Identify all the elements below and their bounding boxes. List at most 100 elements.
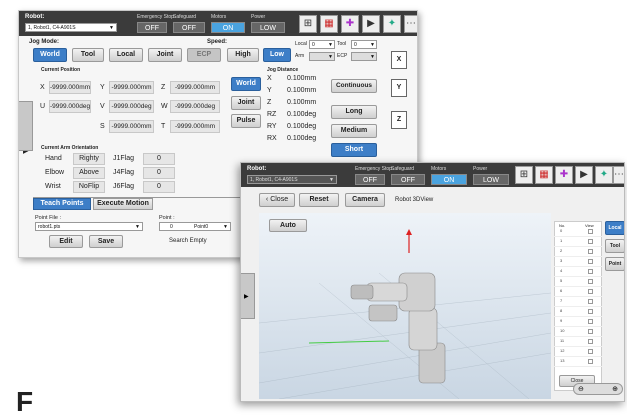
- jog-distance-y-label: Y: [267, 87, 272, 94]
- front-palette-icon[interactable]: ✚: [555, 166, 573, 184]
- distance-medium-button[interactable]: Medium: [331, 124, 377, 138]
- ecp-select[interactable]: ▼: [351, 52, 377, 61]
- mode-ecp-button[interactable]: ECP: [187, 48, 221, 62]
- save-button[interactable]: Save: [89, 235, 123, 248]
- display-world-button[interactable]: World: [231, 77, 261, 91]
- power-button[interactable]: LOW: [251, 22, 285, 33]
- mode-world-button[interactable]: World: [33, 48, 67, 62]
- jog-z-button[interactable]: Z: [391, 111, 407, 129]
- front-emergency-label: Emergency Stop: [355, 166, 392, 172]
- mode-tool-button[interactable]: Tool: [72, 48, 104, 62]
- view-checkbox[interactable]: [588, 359, 593, 364]
- jog-distance-z-value[interactable]: 0.100mm: [287, 99, 316, 106]
- view-checkbox[interactable]: [588, 279, 593, 284]
- motors-button[interactable]: ON: [211, 22, 245, 33]
- view-checkbox[interactable]: [588, 229, 593, 234]
- view-checkbox[interactable]: [588, 259, 593, 264]
- jog-y-button[interactable]: Y: [391, 79, 407, 97]
- palette-icon[interactable]: ✚: [341, 15, 359, 33]
- view-checkbox[interactable]: [588, 349, 593, 354]
- table-row[interactable]: 7: [554, 297, 602, 307]
- table-row[interactable]: 11: [554, 337, 602, 347]
- frame-tool-button[interactable]: Tool: [605, 239, 624, 253]
- table-row[interactable]: 1: [554, 237, 602, 247]
- jog-distance-x-value[interactable]: 0.100mm: [287, 75, 316, 82]
- distance-long-button[interactable]: Long: [331, 105, 377, 119]
- tool-select[interactable]: 0 ▼: [351, 40, 377, 49]
- frame-local-button[interactable]: Local: [605, 221, 624, 235]
- robot-select[interactable]: 1, Robot1, C4-A901S ▼: [25, 23, 117, 32]
- table-row[interactable]: 9: [554, 317, 602, 327]
- jog-distance-rz-value[interactable]: 0.100deg: [287, 111, 316, 118]
- display-pulse-button[interactable]: Pulse: [231, 114, 261, 128]
- front-robot-select[interactable]: 1, Robot1, C4-A901S ▼: [247, 175, 337, 184]
- 3d-viewport[interactable]: Auto: [258, 213, 552, 400]
- arm-select[interactable]: ▼: [309, 52, 335, 61]
- view-checkbox[interactable]: [588, 319, 593, 324]
- zoom-out-icon[interactable]: ⊖: [578, 385, 584, 393]
- jog-distance-ry-value[interactable]: 0.100deg: [287, 123, 316, 130]
- j1flag-label: J1Flag: [113, 155, 135, 162]
- table-row[interactable]: 2: [554, 247, 602, 257]
- row-number: 4: [560, 268, 563, 273]
- robot-icon[interactable]: ✦: [383, 15, 401, 33]
- table-row[interactable]: 4: [554, 267, 602, 277]
- front-expand-arrow-icon[interactable]: ▶: [244, 293, 249, 300]
- view-checkbox[interactable]: [588, 309, 593, 314]
- table-row[interactable]: 6: [554, 287, 602, 297]
- front-program-icon[interactable]: ▶: [575, 166, 593, 184]
- left-drawer-handle[interactable]: [19, 101, 33, 151]
- program-icon[interactable]: ▶: [362, 15, 380, 33]
- front-safeguard-status: OFF: [391, 174, 425, 185]
- frame-point-button[interactable]: Point: [605, 257, 624, 271]
- table-row[interactable]: 0: [554, 227, 602, 237]
- table-row[interactable]: 12: [554, 347, 602, 357]
- view-checkbox[interactable]: [588, 269, 593, 274]
- jog-distance-label: Jog Distance: [267, 67, 299, 73]
- tab-teach-points[interactable]: Teach Points: [33, 198, 91, 210]
- table-row[interactable]: 5: [554, 277, 602, 287]
- table-row[interactable]: 8: [554, 307, 602, 317]
- close-view-button[interactable]: ‹ Close: [259, 193, 295, 207]
- reset-view-button[interactable]: Reset: [299, 193, 339, 207]
- mode-local-button[interactable]: Local: [109, 48, 143, 62]
- distance-continuous-button[interactable]: Continuous: [331, 79, 377, 93]
- jog-x-button[interactable]: X: [391, 51, 407, 69]
- front-robot-icon[interactable]: ✦: [595, 166, 613, 184]
- view-checkbox[interactable]: [588, 249, 593, 254]
- more-icon[interactable]: ⋯: [404, 15, 417, 33]
- j4flag-value: 0: [143, 167, 175, 179]
- front-motors-button[interactable]: ON: [431, 174, 467, 185]
- edit-button[interactable]: Edit: [49, 235, 83, 248]
- view-checkbox[interactable]: [588, 329, 593, 334]
- grid-icon[interactable]: ⊞: [299, 15, 317, 33]
- table-row[interactable]: 13: [554, 357, 602, 367]
- front-more-icon[interactable]: ⋯: [613, 166, 624, 184]
- tab-execute-motion[interactable]: Execute Motion: [93, 198, 153, 210]
- display-joint-button[interactable]: Joint: [231, 96, 261, 110]
- table-row[interactable]: 3: [554, 257, 602, 267]
- robot-3d-scene: [258, 229, 552, 400]
- table-row[interactable]: 10: [554, 327, 602, 337]
- front-io-icon[interactable]: ▦: [535, 166, 553, 184]
- view-checkbox[interactable]: [588, 239, 593, 244]
- jog-distance-y-value[interactable]: 0.100mm: [287, 87, 316, 94]
- distance-short-button[interactable]: Short: [331, 143, 377, 157]
- view-checkbox[interactable]: [588, 289, 593, 294]
- speed-high-button[interactable]: High: [227, 48, 259, 62]
- view-checkbox[interactable]: [588, 299, 593, 304]
- auto-button[interactable]: Auto: [269, 219, 307, 232]
- zoom-control[interactable]: ⊖ ⊕: [573, 383, 623, 395]
- front-grid-icon[interactable]: ⊞: [515, 166, 533, 184]
- io-icon[interactable]: ▦: [320, 15, 338, 33]
- local-select[interactable]: 0 ▼: [309, 40, 335, 49]
- jog-distance-rx-value[interactable]: 0.100deg: [287, 135, 316, 142]
- mode-joint-button[interactable]: Joint: [148, 48, 182, 62]
- point-select[interactable]: 0 Point0 ▼: [159, 222, 231, 231]
- zoom-in-icon[interactable]: ⊕: [612, 385, 618, 393]
- point-file-select[interactable]: robot1.pts ▼: [35, 222, 143, 231]
- camera-button[interactable]: Camera: [345, 193, 385, 207]
- view-checkbox[interactable]: [588, 339, 593, 344]
- front-power-button[interactable]: LOW: [473, 174, 509, 185]
- speed-low-button[interactable]: Low: [263, 48, 291, 62]
